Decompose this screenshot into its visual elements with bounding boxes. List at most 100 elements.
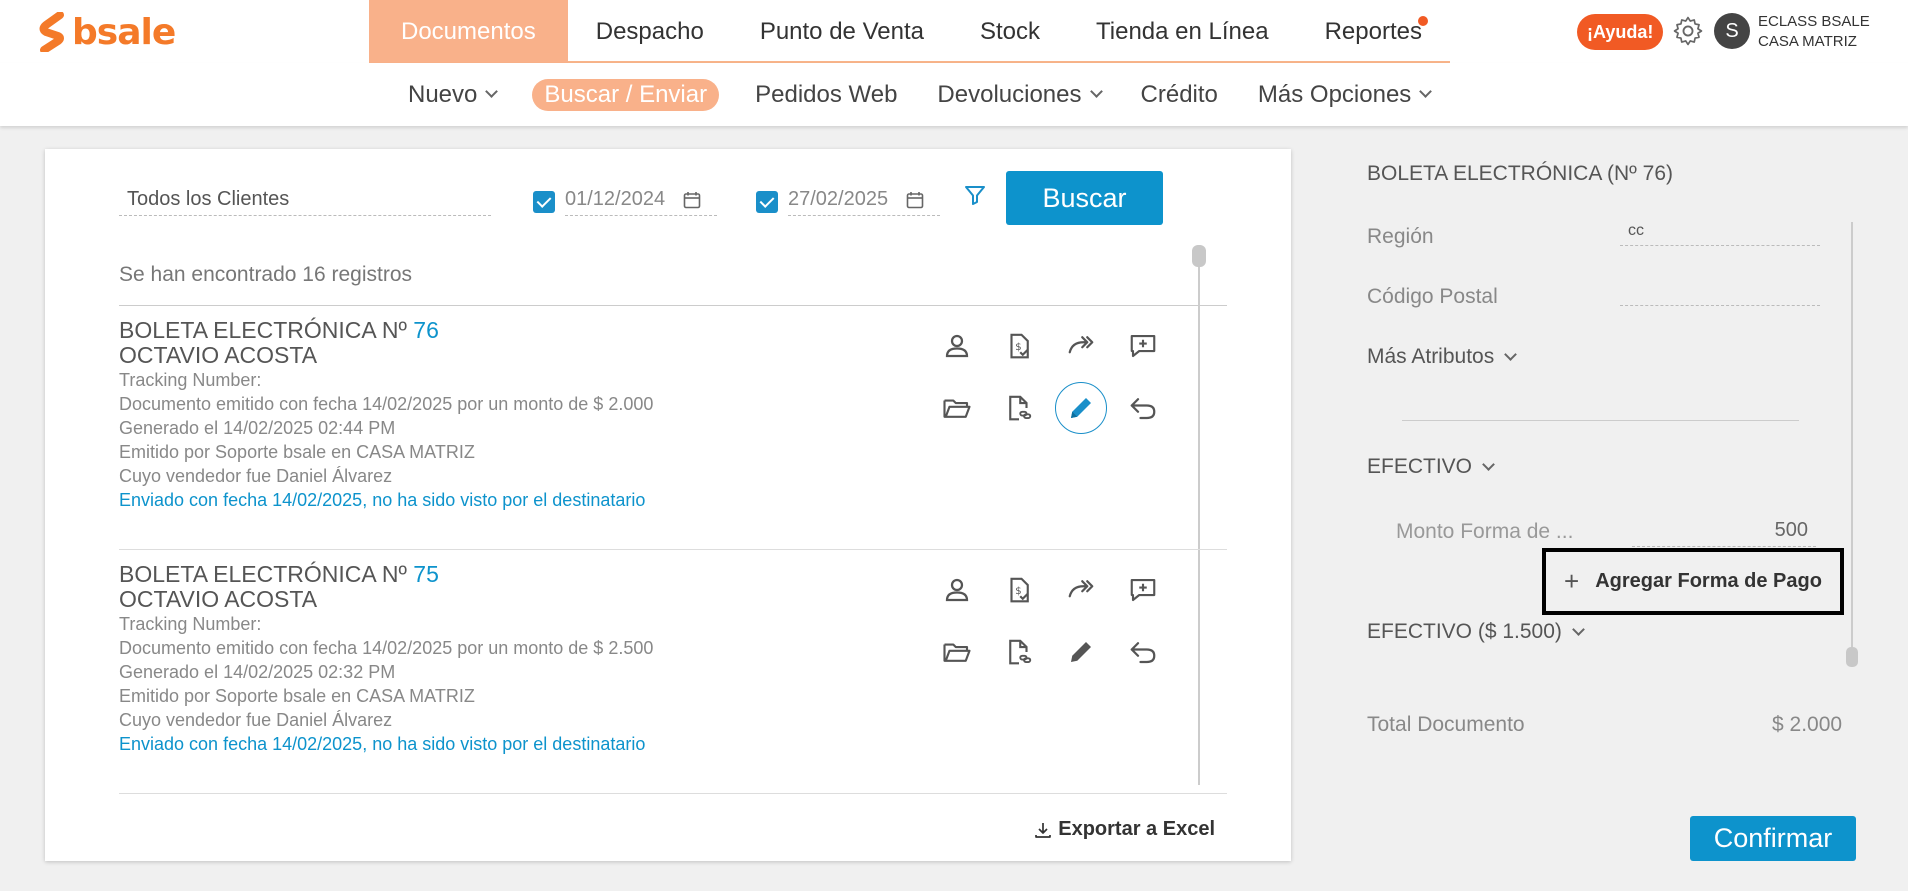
help-button[interactable]: ¡Ayuda! <box>1577 14 1664 50</box>
total-document-value: $ 2.000 <box>1772 713 1843 736</box>
forward-icon[interactable] <box>1061 570 1101 610</box>
date-to-field[interactable]: 27/02/2025 <box>788 184 940 216</box>
subnav-credito[interactable]: Crédito <box>1121 81 1238 109</box>
add-comment-icon[interactable] <box>1123 570 1163 610</box>
document-link-icon[interactable] <box>999 632 1039 672</box>
payment-summary-toggle[interactable]: EFECTIVO ($ 1.500) <box>1367 620 1585 644</box>
folder-open-icon[interactable] <box>937 632 977 672</box>
payment-amount-input[interactable]: 500 <box>1632 515 1816 547</box>
total-document-label: Total Documento <box>1367 713 1525 736</box>
list-scroll-thumb[interactable] <box>1192 245 1206 267</box>
region-field[interactable]: cc <box>1620 216 1820 246</box>
document-sent-status[interactable]: Enviado con fecha 14/02/2025, no ha sido… <box>119 732 1227 756</box>
nav-stock[interactable]: Stock <box>952 0 1068 63</box>
add-payment-method-label: Agregar Forma de Pago <box>1595 570 1822 592</box>
nav-reportes[interactable]: Reportes <box>1297 0 1450 63</box>
detail-scroll-thumb[interactable] <box>1846 647 1858 667</box>
chevron-down-icon <box>1504 347 1518 361</box>
document-type: BOLETA ELECTRÓNICA Nº <box>119 317 407 343</box>
subnav-nuevo[interactable]: Nuevo <box>388 81 516 109</box>
chevron-down-icon <box>1419 85 1433 98</box>
edit-pencil-icon[interactable] <box>1061 632 1101 672</box>
document-tracking: Tracking Number: <box>119 370 262 390</box>
chevron-down-icon <box>1572 622 1585 636</box>
folder-open-icon[interactable] <box>937 388 977 428</box>
chevron-down-icon <box>1089 85 1103 98</box>
subnav-buscar-enviar[interactable]: Buscar / Enviar <box>532 78 720 111</box>
add-payment-method-button[interactable]: + Agregar Forma de Pago <box>1542 548 1844 615</box>
svg-text:$: $ <box>1015 342 1021 353</box>
nav-documentos[interactable]: Documentos <box>369 0 568 63</box>
svg-text:$: $ <box>1015 586 1021 597</box>
detail-title: BOLETA ELECTRÓNICA (Nº 76) <box>1367 162 1674 185</box>
date-from-value: 01/12/2024 <box>565 188 666 210</box>
chevron-down-icon <box>1482 457 1495 471</box>
nav-tienda-en-linea[interactable]: Tienda en Línea <box>1068 0 1297 63</box>
subnav-nuevo-label: Nuevo <box>408 80 478 108</box>
calendar-icon[interactable] <box>683 191 701 209</box>
subnav-mas-opciones[interactable]: Más Opciones <box>1238 81 1450 109</box>
date-from-checkbox[interactable] <box>533 191 555 213</box>
document-link-icon[interactable] <box>999 388 1039 428</box>
invoice-check-icon[interactable]: $ <box>999 570 1039 610</box>
detail-scrollbar[interactable] <box>1851 222 1853 662</box>
document-sent-status[interactable]: Enviado con fecha 14/02/2025, no ha sido… <box>119 488 1227 512</box>
document-number[interactable]: 75 <box>413 561 439 587</box>
postal-code-label: Código Postal <box>1367 285 1498 308</box>
sub-nav: Nuevo Buscar / Enviar Pedidos Web Devolu… <box>0 63 1908 126</box>
region-label: Región <box>1367 225 1434 248</box>
gear-icon[interactable] <box>1671 14 1705 48</box>
add-comment-icon[interactable] <box>1123 326 1163 366</box>
payment-section-label: EFECTIVO <box>1367 455 1473 478</box>
document-row: BOLETA ELECTRÓNICA Nº 76 OCTAVIO ACOSTA … <box>119 306 1227 550</box>
document-seller: Cuyo vendedor fue Daniel Álvarez <box>119 466 393 486</box>
nav-reportes-label: Reportes <box>1324 17 1422 45</box>
forward-icon[interactable] <box>1061 326 1101 366</box>
subnav-devoluciones[interactable]: Devoluciones <box>917 81 1120 109</box>
chevron-down-icon <box>485 85 499 98</box>
records-count: Se han encontrado 16 registros <box>119 263 413 286</box>
user-icon[interactable] <box>937 570 977 610</box>
detail-divider <box>1402 420 1799 421</box>
bsale-logo[interactable]: bsale <box>38 10 176 54</box>
date-from-field[interactable]: 01/12/2024 <box>565 184 717 216</box>
undo-return-icon[interactable] <box>1123 388 1163 428</box>
nav-despacho[interactable]: Despacho <box>568 0 732 63</box>
subnav-devoluciones-label: Devoluciones <box>937 80 1082 108</box>
search-results-card: Todos los Clientes 01/12/2024 27/02/2025… <box>45 149 1291 861</box>
payment-section-toggle[interactable]: EFECTIVO <box>1367 455 1495 479</box>
notification-dot <box>1417 16 1428 26</box>
user-icon[interactable] <box>937 326 977 366</box>
export-excel-label: Exportar a Excel <box>1058 818 1215 840</box>
avatar[interactable]: S <box>1714 13 1750 49</box>
date-to-checkbox[interactable] <box>756 191 778 213</box>
date-to-value: 27/02/2025 <box>788 188 889 210</box>
document-seller: Cuyo vendedor fue Daniel Álvarez <box>119 710 393 730</box>
subnav-mas-opciones-label: Más Opciones <box>1257 80 1412 108</box>
undo-return-icon[interactable] <box>1123 632 1163 672</box>
document-type: BOLETA ELECTRÓNICA Nº <box>119 561 407 587</box>
nav-punto-de-venta[interactable]: Punto de Venta <box>732 0 952 63</box>
calendar-icon[interactable] <box>906 191 924 209</box>
confirm-button[interactable]: Confirmar <box>1690 816 1856 861</box>
invoice-check-icon[interactable]: $ <box>999 326 1039 366</box>
plus-icon: + <box>1564 566 1580 596</box>
more-attributes-toggle[interactable]: Más Atributos <box>1367 345 1518 369</box>
payment-summary-label: EFECTIVO ($ 1.500) <box>1367 620 1562 643</box>
document-emitted-by: Emitido por Soporte bsale en CASA MATRIZ <box>119 686 475 706</box>
postal-code-field[interactable] <box>1620 276 1820 306</box>
brand-name: bsale <box>72 11 176 53</box>
client-filter-input[interactable]: Todos los Clientes <box>119 184 491 216</box>
search-button[interactable]: Buscar <box>1006 171 1163 225</box>
user-name: ECLASS BSALE <box>1758 13 1870 30</box>
payment-amount-label: Monto Forma de ... <box>1396 520 1574 543</box>
more-attributes-label: Más Atributos <box>1367 345 1495 368</box>
user-info[interactable]: ECLASS BSALE CASA MATRIZ <box>1758 12 1870 52</box>
subnav-pedidos-web[interactable]: Pedidos Web <box>735 81 917 109</box>
export-excel-button[interactable]: Exportar a Excel <box>1034 818 1215 841</box>
filter-icon[interactable] <box>963 183 987 207</box>
edit-pencil-icon[interactable] <box>1055 382 1107 434</box>
document-row: BOLETA ELECTRÓNICA Nº 75 OCTAVIO ACOSTA … <box>119 550 1227 794</box>
document-number[interactable]: 76 <box>413 317 439 343</box>
bsale-logo-icon <box>39 12 64 52</box>
